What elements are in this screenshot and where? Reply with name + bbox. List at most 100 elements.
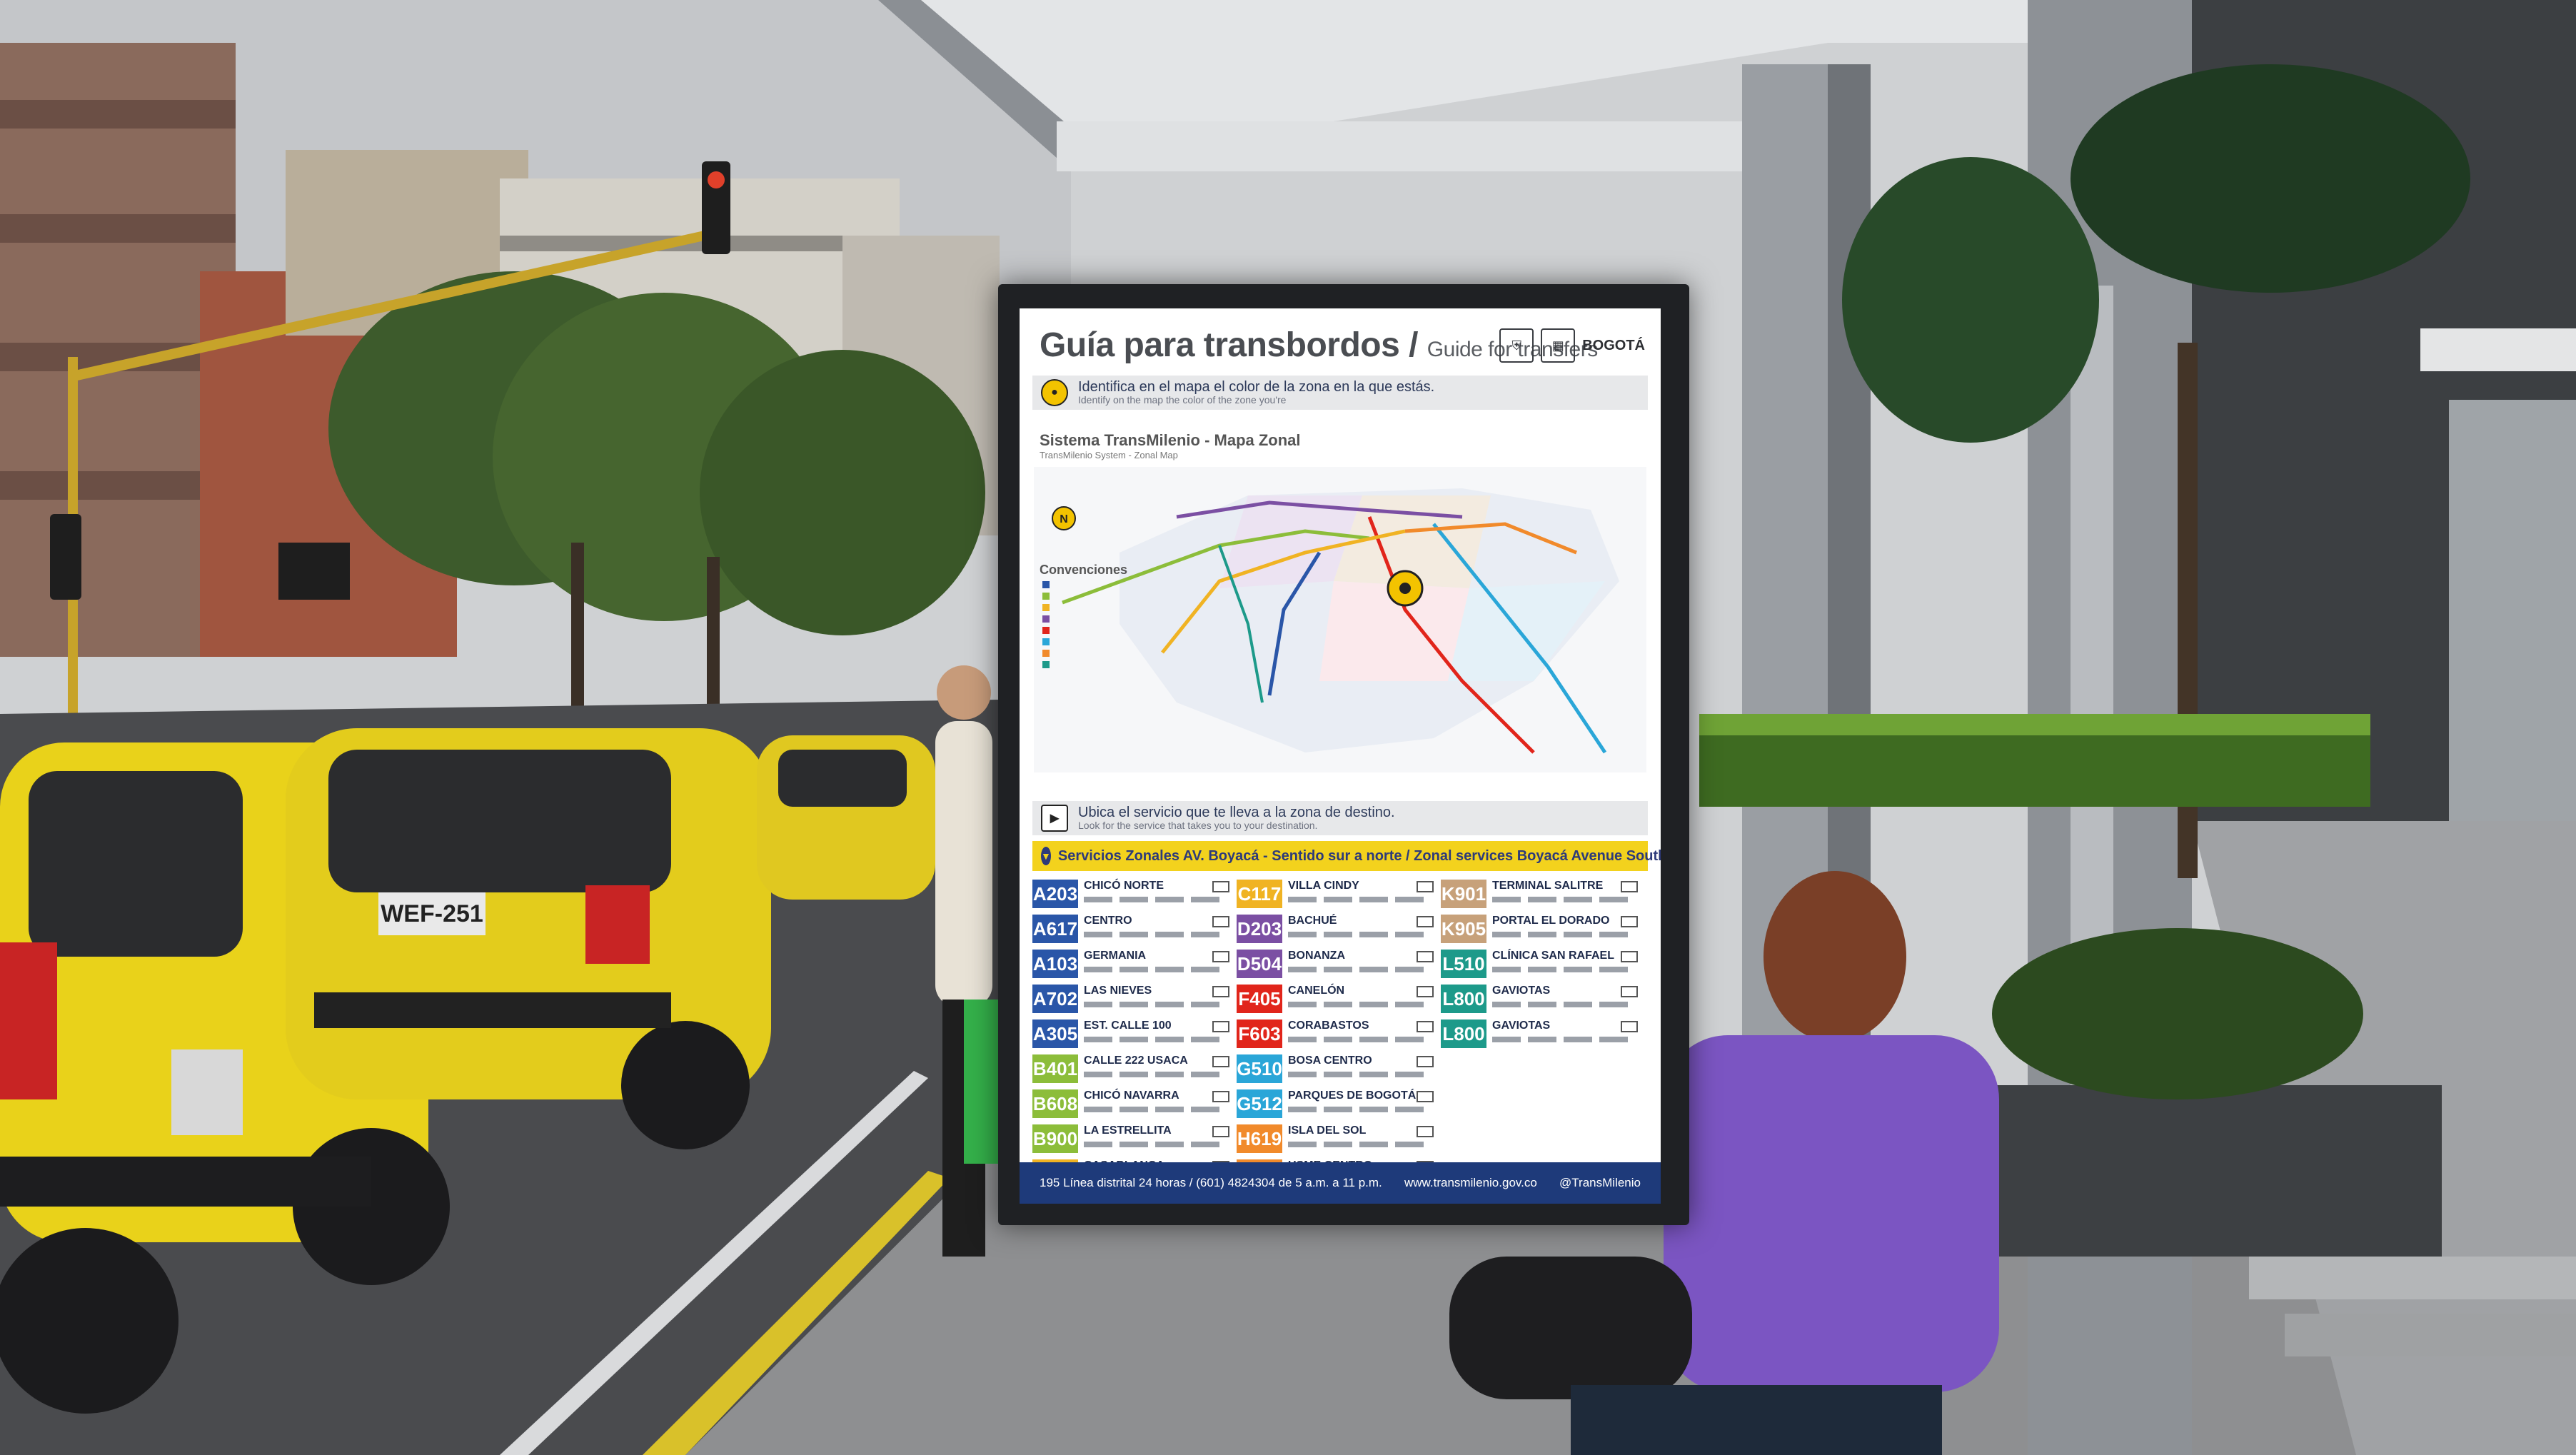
stop-text-line <box>1324 1107 1352 1112</box>
route-direction-text: Servicios Zonales AV. Boyacá - Sentido s… <box>1057 847 1661 864</box>
route-stops <box>1492 999 1635 1010</box>
stop-text-line <box>1599 932 1628 937</box>
bus-type-icon <box>1417 1021 1434 1032</box>
route-destination: CHICÓ NORTE <box>1084 880 1164 892</box>
route-code-badge: L510 <box>1441 950 1486 978</box>
stop-text-line <box>1599 1037 1628 1042</box>
bus-type-icon <box>1212 986 1229 997</box>
stop-text-line <box>1359 967 1388 972</box>
route-row: B401 CALLE 222 USACA <box>1032 1053 1232 1086</box>
stop-text-line <box>1324 1002 1352 1007</box>
route-stops <box>1084 964 1227 975</box>
bus-type-icon <box>1212 1126 1229 1137</box>
route-row: D203 BACHUÉ <box>1237 913 1437 946</box>
stop-text-line <box>1155 967 1184 972</box>
stop-text-line <box>1288 967 1317 972</box>
route-destination: CLÍNICA SAN RAFAEL <box>1492 950 1614 962</box>
stop-text-line <box>1528 1002 1556 1007</box>
route-stops <box>1492 894 1635 905</box>
stop-text-line <box>1359 1107 1388 1112</box>
stop-text-line <box>1191 897 1219 902</box>
route-row: A305 EST. CALLE 100 <box>1032 1018 1232 1051</box>
route-stops <box>1084 1139 1227 1150</box>
stop-text-line <box>1084 932 1112 937</box>
stop-text-line <box>1155 1142 1184 1147</box>
route-code-badge: B401 <box>1032 1054 1078 1083</box>
bus-type-icon <box>1212 1056 1229 1067</box>
route-destination: CHICÓ NAVARRA <box>1084 1089 1179 1102</box>
stop-text-line <box>1288 1142 1317 1147</box>
step-find-service: ▶ Ubica el servicio que te lleva a la zo… <box>1032 801 1648 835</box>
stop-text-line <box>1191 1002 1219 1007</box>
route-code-badge: L800 <box>1441 1019 1486 1048</box>
route-stops <box>1288 929 1431 940</box>
bus-type-icon <box>1212 1021 1229 1032</box>
stop-text-line <box>1324 967 1352 972</box>
stop-text-line <box>1288 1072 1317 1077</box>
route-destination: LA ESTRELLITA <box>1084 1124 1172 1137</box>
route-code-badge: K901 <box>1441 880 1486 908</box>
route-stops <box>1084 929 1227 940</box>
stop-text-line <box>1084 897 1112 902</box>
stop-text-line <box>1191 1107 1219 1112</box>
location-icon: ● <box>1041 379 1068 406</box>
route-stops <box>1492 1034 1635 1045</box>
stop-text-line <box>1324 1142 1352 1147</box>
route-column-3: K901 TERMINAL SALITRE K905 PORTAL EL DORADO… <box>1441 878 1641 1053</box>
bus-type-icon <box>1417 1056 1434 1067</box>
taxi-plate: WEF-251 <box>381 900 483 927</box>
step1-sub: Identify on the map the color of the zon… <box>1078 394 1287 406</box>
bus-type-icon <box>1417 881 1434 892</box>
route-row: F405 CANELÓN <box>1237 983 1437 1016</box>
stop-text-line <box>1084 1107 1112 1112</box>
stop-text-line <box>1084 1037 1112 1042</box>
bogota-logo: BOGOTÁ <box>1582 337 1645 353</box>
stop-text-line <box>1288 1002 1317 1007</box>
stop-text-line <box>1359 1142 1388 1147</box>
bus-type-icon <box>1212 916 1229 927</box>
route-code-badge: C117 <box>1237 880 1282 908</box>
route-row: B900 LA ESTRELLITA <box>1032 1123 1232 1156</box>
route-destination: PARQUES DE BOGOTÁ <box>1288 1089 1417 1102</box>
route-row: B608 CHICÓ NAVARRA <box>1032 1088 1232 1121</box>
stop-text-line <box>1288 897 1317 902</box>
bus-type-icon <box>1212 881 1229 892</box>
stop-text-line <box>1191 1072 1219 1077</box>
route-stops <box>1084 1034 1227 1045</box>
stop-text-line <box>1599 1002 1628 1007</box>
route-row: K905 PORTAL EL DORADO <box>1441 913 1641 946</box>
taxi-back <box>757 735 935 900</box>
legend-title: Convenciones <box>1040 563 1128 577</box>
step-identify-zone: ● Identifica en el mapa el color de la z… <box>1032 376 1648 410</box>
route-row: K901 TERMINAL SALITRE <box>1441 878 1641 911</box>
route-code-badge: H619 <box>1237 1124 1282 1153</box>
bus-type-icon <box>1417 916 1434 927</box>
route-destination: BONANZA <box>1288 950 1345 962</box>
stop-text-line <box>1564 897 1592 902</box>
route-code-badge: G512 <box>1237 1089 1282 1118</box>
bus-type-icon <box>1621 1021 1638 1032</box>
stop-text-line <box>1395 1037 1424 1042</box>
bus-type-icon <box>1212 1091 1229 1102</box>
route-row: D504 BONANZA <box>1237 948 1437 981</box>
stop-text-line <box>1120 932 1148 937</box>
route-destination: BACHUÉ <box>1288 915 1337 927</box>
stop-text-line <box>1155 932 1184 937</box>
stop-text-line <box>1288 932 1317 937</box>
stop-text-line <box>1492 932 1521 937</box>
route-row: G512 PARQUES DE BOGOTÁ <box>1237 1088 1437 1121</box>
route-row: C117 VILLA CINDY <box>1237 878 1437 911</box>
stop-text-line <box>1120 1037 1148 1042</box>
stop-text-line <box>1120 1002 1148 1007</box>
stop-text-line <box>1528 897 1556 902</box>
bus-type-icon <box>1417 1091 1434 1102</box>
route-destination: CORABASTOS <box>1288 1019 1369 1032</box>
footer-phone: 195 Línea distrital 24 horas / (601) 482… <box>1040 1176 1382 1189</box>
route-destination: CANELÓN <box>1288 985 1345 997</box>
bus-type-icon <box>1417 1126 1434 1137</box>
stop-text-line <box>1120 1072 1148 1077</box>
route-stops <box>1084 1104 1227 1115</box>
step2-text: Ubica el servicio que te lleva a la zona… <box>1078 805 1395 821</box>
route-stops <box>1288 964 1431 975</box>
route-code-badge: A103 <box>1032 950 1078 978</box>
